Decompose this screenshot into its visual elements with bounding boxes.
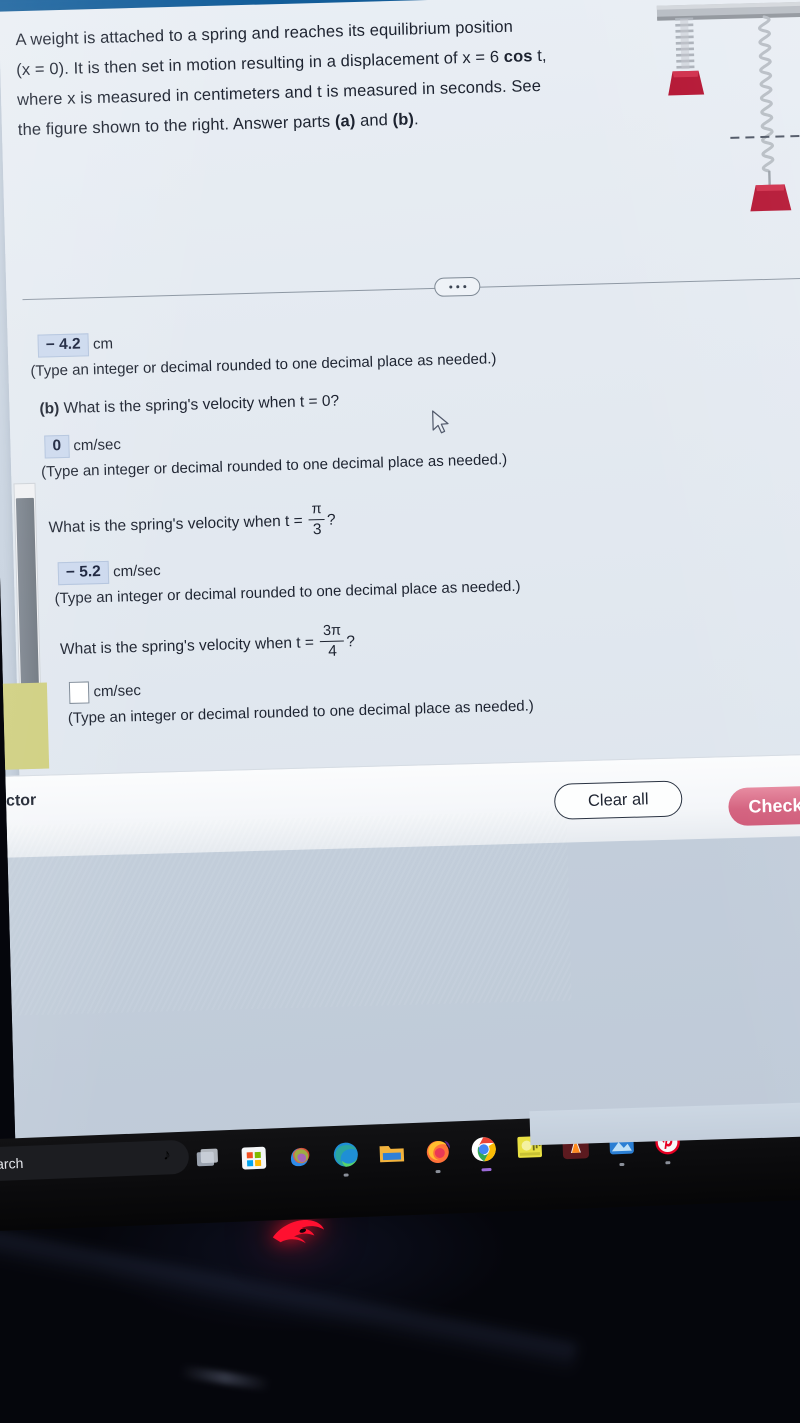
problem-statement: A weight is attached to a spring and rea… [15,10,586,145]
stem-period: . [413,110,419,129]
task-view-icon[interactable] [192,1144,223,1175]
answer-input-velocity-3pi-over-4[interactable] [68,681,90,704]
music-note-icon: ♪ [162,1146,172,1164]
answer-row-velocity-3pi-over-4: cm/sec [68,680,142,704]
side-yellow-marker [0,682,50,770]
screenshot-root: A weight is attached to a spring and rea… [0,0,800,1423]
mouse-cursor [432,410,449,434]
microsoft-store-icon[interactable] [238,1143,269,1174]
fraction-denominator: 3 [312,520,322,539]
answer-row-displacement: − 4.2 cm [37,333,113,358]
stem-line-2-lead: (x = 0). It is then set in motion result… [16,49,463,80]
divider-line [22,277,800,301]
unit-label-cm-sec: cm/sec [112,562,161,581]
unit-label-cm-sec: cm/sec [93,682,142,701]
search-input-placeholder: Search [0,1154,24,1173]
microsoft-edge-icon[interactable] [330,1139,361,1177]
right-weight [750,184,792,212]
stem-part-b: (b) [392,110,415,130]
ellipsis-dot [448,285,452,289]
stem-equation: x = 6 cos t, [462,46,547,68]
running-indicator-dot [665,1161,671,1165]
collapsed-section-divider [22,266,800,311]
question-suffix-3pi-over-4: ? [346,633,356,651]
running-indicator-dot [619,1162,625,1167]
stem-line-1: A weight is attached to a spring and rea… [15,17,514,50]
spring-weight-figure [656,1,800,212]
fraction-bar [308,518,325,521]
answer-input-velocity-t0[interactable]: 0 [44,434,70,459]
right-spring [758,15,775,173]
clear-all-button[interactable]: Clear all [553,780,683,820]
taskbar-search-box[interactable]: Search ♪ [0,1139,190,1182]
left-spring [675,17,695,70]
question-text-b: What is the spring's velocity when t = 0… [63,392,340,417]
question-text-3pi-over-4: What is the spring's velocity when t = [59,634,315,659]
copilot-icon[interactable] [284,1141,315,1172]
ellipsis-dot [462,285,466,289]
question-velocity-3pi-over-4: What is the spring's velocity when t = 3… [59,622,356,668]
file-explorer-icon[interactable] [376,1137,407,1168]
google-chrome-icon[interactable] [468,1134,499,1172]
expand-ellipsis-button[interactable] [434,276,481,297]
fraction-denominator: 4 [328,642,338,660]
check-button[interactable]: Check [727,784,800,827]
ellipsis-dot [455,285,459,289]
question-b-velocity-t0: (b) What is the spring's velocity when t… [39,393,339,419]
running-indicator-dot [435,1169,441,1174]
left-weight [668,70,705,96]
fraction-numerator: π [311,501,322,518]
answer-row-velocity-pi-over-3: − 5.2 cm/sec [57,559,161,586]
fraction-bar [320,640,345,642]
stem-line-4-lead: the figure shown to the right. Answer pa… [17,112,336,140]
fraction-pi-over-3: π 3 [308,501,325,539]
fraction-numerator: 3π [322,622,342,640]
answer-input-velocity-pi-over-3[interactable]: − 5.2 [57,560,110,586]
question-velocity-pi-over-3: What is the spring's velocity when t = π… [48,501,336,546]
stem-and: and [355,111,393,131]
running-indicator-dot [481,1168,492,1172]
stem-part-a: (a) [334,112,356,131]
footer-left-label: ctor [5,791,37,810]
question-suffix-pi-over-3: ? [326,511,336,529]
question-label-b: (b) [39,400,60,418]
stem-cos: cos [503,47,533,66]
unit-label-cm-sec: cm/sec [73,436,122,455]
answer-input-displacement[interactable]: − 4.2 [37,333,89,358]
ceiling-bar [656,1,800,21]
running-indicator-dot [343,1173,349,1177]
problem-panel: A weight is attached to a spring and rea… [0,0,800,782]
unit-label-cm: cm [92,335,114,353]
fraction-3pi-over-4: 3π 4 [320,622,345,660]
firefox-icon[interactable] [422,1135,453,1174]
answer-row-velocity-t0: 0 cm/sec [44,433,122,459]
laptop-screen: A weight is attached to a spring and rea… [0,0,800,1166]
stem-line-3: where x is measured in centimeters and t… [16,77,542,110]
equilibrium-dashed-line [730,133,800,139]
rog-logo [272,1219,325,1244]
question-text-pi-over-3: What is the spring's velocity when t = [48,512,303,537]
